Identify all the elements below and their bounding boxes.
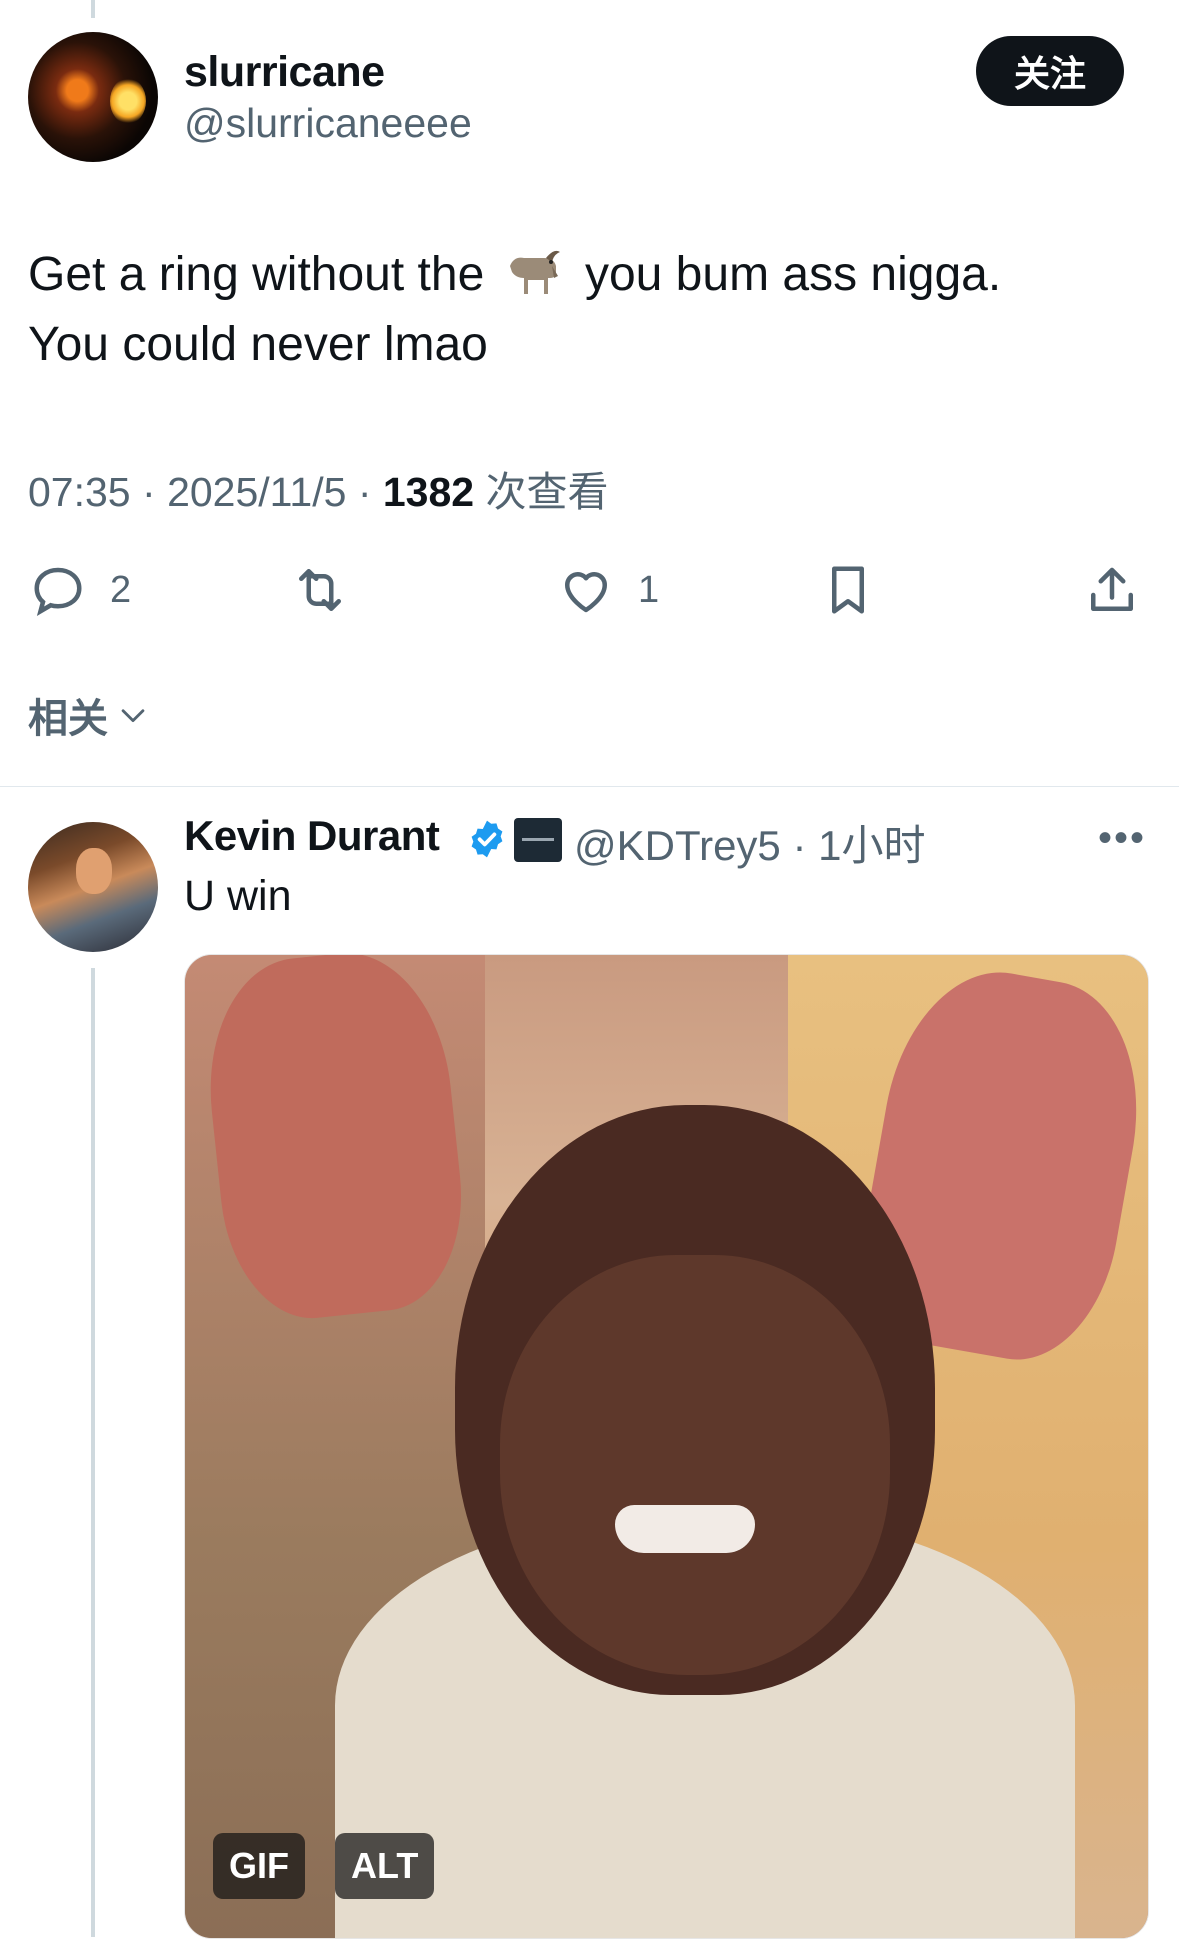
author-display-name[interactable]: slurricane xyxy=(184,48,385,97)
verified-badge-icon xyxy=(471,820,503,858)
tweet-text: Get a ring without the you bum ass nigga… xyxy=(28,240,1138,380)
bookmark-button[interactable] xyxy=(818,560,878,620)
reply-button[interactable]: 2 xyxy=(28,560,131,620)
gif-smile xyxy=(615,1505,755,1553)
share-button[interactable] xyxy=(1082,560,1142,620)
divider xyxy=(0,786,1179,787)
views-label: 次查看 xyxy=(485,469,609,515)
like-count: 1 xyxy=(638,568,660,611)
alt-badge[interactable]: ALT xyxy=(335,1833,435,1899)
bookmark-icon xyxy=(832,566,864,614)
gif-badge[interactable]: GIF xyxy=(213,1833,305,1899)
reply-gif-media[interactable]: GIF ALT xyxy=(184,954,1149,1939)
tweet-time: 07:35 xyxy=(28,469,131,515)
tweet-text-part2: you bum ass nigga. xyxy=(584,248,1002,301)
reply-text: U win xyxy=(184,872,292,920)
tweet-meta: 07:35 · 2025/11/5 · 1382 次查看 xyxy=(28,469,609,515)
tweet-text-part1: Get a ring without the xyxy=(28,248,485,301)
tweet-date: 2025/11/5 xyxy=(167,469,347,515)
tweet-text-line2: You could never lmao xyxy=(28,318,488,371)
goat-icon xyxy=(509,250,560,294)
reply-author-display-name[interactable]: Kevin Durant xyxy=(184,812,440,860)
reply-author-handle[interactable]: @KDTrey5 xyxy=(574,822,781,869)
follow-button[interactable]: 关注 xyxy=(976,36,1124,106)
chevron-down-icon xyxy=(121,709,145,723)
views-count: 1382 xyxy=(382,469,475,515)
thread-line xyxy=(91,968,95,1937)
gif-face xyxy=(500,1255,890,1675)
like-button[interactable]: 1 xyxy=(556,560,659,620)
author-handle[interactable]: @slurricaneeee xyxy=(184,100,472,147)
reply-count: 2 xyxy=(110,568,132,611)
author-avatar[interactable] xyxy=(28,32,158,162)
more-options-icon[interactable]: ••• xyxy=(1098,816,1146,861)
share-icon xyxy=(1091,567,1133,611)
related-toggle[interactable]: 相关 xyxy=(28,686,150,744)
affiliation-badge-icon[interactable] xyxy=(514,818,562,862)
thread-line-top xyxy=(91,0,95,18)
retweet-button[interactable] xyxy=(290,560,350,620)
reply-icon xyxy=(34,567,82,616)
reply-author-avatar[interactable] xyxy=(28,822,158,952)
related-label: 相关 xyxy=(28,697,108,741)
reply-author-handle-time: @KDTrey5 · 1小时 xyxy=(574,822,926,869)
heart-icon xyxy=(565,572,607,613)
reply-time: 1小时 xyxy=(818,822,926,869)
retweet-icon xyxy=(299,569,341,611)
